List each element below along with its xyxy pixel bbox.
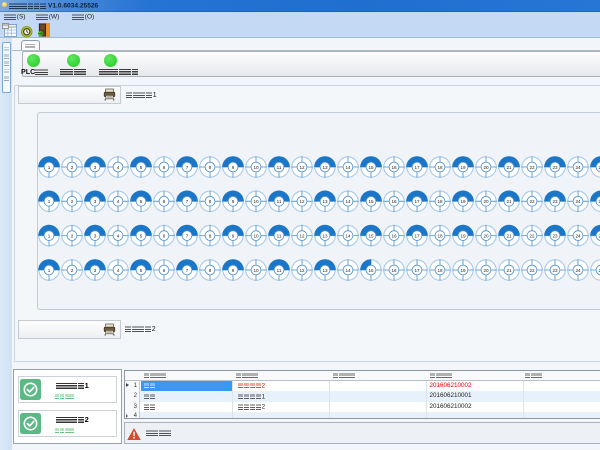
svg-text:1: 1: [48, 268, 51, 273]
svg-text:10: 10: [253, 268, 259, 273]
svg-text:12: 12: [299, 199, 305, 204]
svg-text:11: 11: [277, 268, 282, 273]
svg-text:6: 6: [163, 165, 166, 170]
svg-text:19: 19: [460, 233, 466, 238]
svg-text:8: 8: [209, 165, 212, 170]
svg-text:14: 14: [345, 268, 351, 273]
svg-text:2: 2: [71, 268, 74, 273]
svg-text:2: 2: [71, 233, 74, 238]
svg-text:19: 19: [460, 268, 466, 273]
svg-text:21: 21: [506, 199, 512, 204]
svg-text:16: 16: [391, 268, 397, 273]
svg-text:17: 17: [414, 233, 420, 238]
svg-text:12: 12: [299, 165, 305, 170]
svg-text:10: 10: [253, 233, 259, 238]
svg-text:13: 13: [322, 233, 328, 238]
svg-text:5: 5: [140, 268, 143, 273]
svg-text:21: 21: [506, 233, 512, 238]
svg-text:20: 20: [483, 199, 489, 204]
svg-text:7: 7: [186, 233, 189, 238]
svg-text:11: 11: [277, 165, 282, 170]
svg-text:15: 15: [368, 199, 374, 204]
svg-text:18: 18: [437, 199, 443, 204]
svg-text:16: 16: [391, 233, 397, 238]
svg-text:17: 17: [414, 268, 420, 273]
svg-text:23: 23: [552, 268, 558, 273]
svg-text:12: 12: [299, 233, 305, 238]
svg-text:13: 13: [322, 165, 328, 170]
svg-text:22: 22: [529, 233, 535, 238]
svg-text:20: 20: [483, 233, 489, 238]
svg-text:9: 9: [232, 268, 235, 273]
svg-text:3: 3: [94, 199, 97, 204]
svg-text:21: 21: [506, 268, 512, 273]
svg-text:2: 2: [71, 165, 74, 170]
svg-text:15: 15: [368, 165, 374, 170]
svg-text:5: 5: [140, 233, 143, 238]
svg-text:5: 5: [140, 199, 143, 204]
svg-text:23: 23: [552, 199, 558, 204]
svg-text:17: 17: [414, 165, 420, 170]
svg-text:20: 20: [483, 268, 489, 273]
svg-text:22: 22: [529, 165, 535, 170]
svg-text:4: 4: [117, 268, 120, 273]
svg-text:1: 1: [48, 199, 51, 204]
svg-text:19: 19: [460, 199, 466, 204]
svg-text:6: 6: [163, 268, 166, 273]
svg-text:23: 23: [552, 233, 558, 238]
svg-text:6: 6: [163, 199, 166, 204]
svg-text:13: 13: [322, 199, 328, 204]
svg-text:7: 7: [186, 199, 189, 204]
svg-text:7: 7: [186, 165, 189, 170]
svg-text:24: 24: [575, 199, 581, 204]
svg-text:18: 18: [437, 268, 443, 273]
svg-text:1: 1: [48, 165, 51, 170]
svg-text:14: 14: [345, 199, 351, 204]
svg-text:24: 24: [575, 165, 581, 170]
svg-text:24: 24: [575, 268, 581, 273]
svg-text:11: 11: [277, 199, 282, 204]
svg-text:23: 23: [552, 165, 558, 170]
svg-text:5: 5: [140, 165, 143, 170]
svg-text:9: 9: [232, 165, 235, 170]
svg-text:3: 3: [94, 165, 97, 170]
svg-text:8: 8: [209, 268, 212, 273]
svg-text:2: 2: [71, 199, 74, 204]
svg-text:9: 9: [232, 199, 235, 204]
svg-text:11: 11: [277, 233, 282, 238]
svg-text:15: 15: [368, 233, 374, 238]
svg-text:4: 4: [117, 233, 120, 238]
svg-text:4: 4: [117, 199, 120, 204]
svg-text:18: 18: [437, 165, 443, 170]
svg-text:9: 9: [232, 233, 235, 238]
svg-text:12: 12: [299, 268, 305, 273]
svg-text:1: 1: [48, 233, 51, 238]
svg-text:14: 14: [345, 165, 351, 170]
svg-text:3: 3: [94, 233, 97, 238]
svg-text:8: 8: [209, 233, 212, 238]
svg-text:14: 14: [345, 233, 351, 238]
svg-text:13: 13: [322, 268, 328, 273]
svg-text:3: 3: [94, 268, 97, 273]
svg-text:10: 10: [253, 199, 259, 204]
svg-text:16: 16: [391, 165, 397, 170]
svg-text:18: 18: [437, 233, 443, 238]
svg-text:4: 4: [117, 165, 120, 170]
svg-text:10: 10: [253, 165, 259, 170]
svg-text:7: 7: [186, 268, 189, 273]
svg-text:22: 22: [529, 199, 535, 204]
svg-text:17: 17: [414, 199, 420, 204]
svg-text:6: 6: [163, 233, 166, 238]
svg-text:15: 15: [368, 268, 374, 273]
svg-text:21: 21: [506, 165, 512, 170]
svg-text:24: 24: [575, 233, 581, 238]
svg-text:8: 8: [209, 199, 212, 204]
svg-text:22: 22: [529, 268, 535, 273]
svg-text:20: 20: [483, 165, 489, 170]
svg-text:16: 16: [391, 199, 397, 204]
svg-text:19: 19: [460, 165, 466, 170]
